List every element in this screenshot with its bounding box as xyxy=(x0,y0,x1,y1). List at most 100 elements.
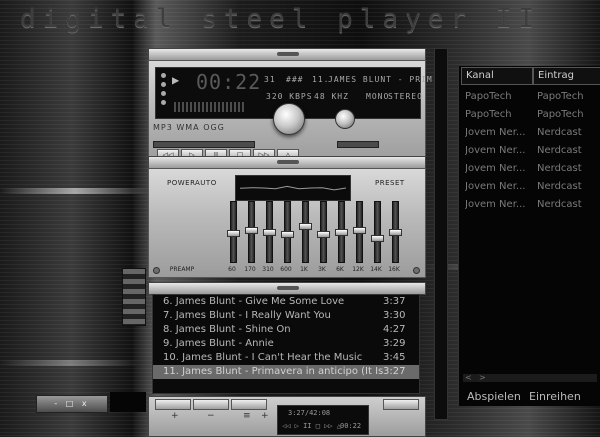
pl-remove-button[interactable] xyxy=(193,399,229,410)
eq-band-slider-6k[interactable] xyxy=(335,201,348,263)
playlist-item-duration: 3:27 xyxy=(383,366,406,377)
mini-time: 3:27/42:08 xyxy=(288,409,331,417)
balance-slider[interactable] xyxy=(337,141,379,148)
eq-band-slider-170[interactable] xyxy=(245,201,258,263)
column-header-kanal[interactable]: Kanal xyxy=(461,67,533,85)
eq-band-slider-3k[interactable] xyxy=(317,201,330,263)
eq-thumb[interactable] xyxy=(317,231,330,238)
browser-eintrag-cell: PapoTech xyxy=(537,91,584,102)
seek-slider[interactable] xyxy=(153,141,255,148)
eq-thumb[interactable] xyxy=(335,229,348,236)
volume-knob[interactable] xyxy=(273,103,305,135)
browser-row[interactable]: PapoTech PapoTech xyxy=(459,88,600,106)
column-header-eintrag[interactable]: Eintrag xyxy=(533,67,600,85)
browser-row[interactable]: PapoTech PapoTech xyxy=(459,106,600,124)
playlist-item-title: 6. James Blunt - Give Me Some Love xyxy=(163,296,345,307)
browser-eintrag-cell: Nerdcast xyxy=(537,199,582,210)
playlist-item-duration: 3:29 xyxy=(383,338,406,349)
samplerate: 48 KHZ xyxy=(314,92,349,101)
eq-freq-label: 170 xyxy=(244,266,256,273)
auto-label[interactable]: AUTO xyxy=(195,179,217,187)
playlist-window: 6. James Blunt - Give Me Some Love 3:37 7.… xyxy=(148,282,426,437)
playlist-footer: + − ≡ + 3:27/42:08 ◁◁ ▷ II □ ▷▷ △ 00:22 xyxy=(148,396,426,437)
playlist-item[interactable]: 8. James Blunt - Shine On 4:27 xyxy=(153,323,419,337)
eq-band-slider-1k[interactable] xyxy=(299,201,312,263)
browser-kanal-cell: PapoTech xyxy=(465,109,512,120)
scroll-right-icon[interactable]: > xyxy=(479,374,486,382)
mini-window-controls[interactable]: - □ x xyxy=(36,395,108,413)
eq-freq-label: 3K xyxy=(318,266,326,273)
enqueue-button[interactable]: Einreihen xyxy=(529,390,581,403)
pl-misc-button[interactable] xyxy=(383,399,419,410)
film-strip-decoration xyxy=(122,268,146,326)
eq-band-slider-16k[interactable] xyxy=(389,201,402,263)
playlist-item[interactable]: 6. James Blunt - Give Me Some Love 3:37 xyxy=(153,295,419,309)
eq-thumb[interactable] xyxy=(263,229,276,236)
browser-kanal-cell: Jovem Ner... xyxy=(465,163,526,174)
playlist-item[interactable]: 11. James Blunt - Primavera in anticipo … xyxy=(153,365,419,379)
mono-indicator: MONO xyxy=(366,92,390,101)
skin-title: digital steel player II xyxy=(20,4,542,34)
playlist-item-title: 9. James Blunt - Annie xyxy=(163,338,274,349)
eq-thumb[interactable] xyxy=(371,235,384,242)
playlist-item-duration: 3:37 xyxy=(383,296,406,307)
stereo-indicator: STEREO xyxy=(388,92,423,101)
preamp-label: PREAMP xyxy=(169,266,195,273)
mini-position: 00:22 xyxy=(340,422,362,430)
browser-kanal-cell: Jovem Ner... xyxy=(465,145,526,156)
eq-thumb[interactable] xyxy=(281,231,294,238)
preamp-slider[interactable] xyxy=(169,201,182,263)
pl-select-button[interactable] xyxy=(231,399,267,410)
eq-band-slider-14k[interactable] xyxy=(371,201,384,263)
eq-thumb[interactable] xyxy=(389,229,402,236)
playlist-item[interactable]: 10. James Blunt - I Can't Hear the Music… xyxy=(153,351,419,365)
eq-band-slider-60[interactable] xyxy=(227,201,240,263)
eq-freq-label: 14K xyxy=(370,266,382,273)
led-indicators xyxy=(161,73,167,109)
browser-row[interactable]: Jovem Ner... Nerdcast xyxy=(459,160,600,178)
eq-thumb[interactable] xyxy=(353,227,366,234)
eq-band-slider-310[interactable] xyxy=(263,201,276,263)
equalizer-window: POWER AUTO PRESET PREAMP 60 170 310 600 1K 3K… xyxy=(148,168,426,278)
main-player-window: ▶ 00:22 31 ### 11. JAMES BLUNT - PRIM 32… xyxy=(148,60,432,164)
browser-eintrag-cell: Nerdcast xyxy=(537,181,582,192)
playlist-list[interactable]: 6. James Blunt - Give Me Some Love 3:37 7.… xyxy=(152,294,420,394)
playlist-item[interactable]: 9. James Blunt - Annie 3:29 xyxy=(153,337,419,351)
browser-row[interactable]: Jovem Ner... Nerdcast xyxy=(459,124,600,142)
browser-kanal-cell: PapoTech xyxy=(465,91,512,102)
eq-thumb[interactable] xyxy=(245,227,258,234)
playlist-item-title: 10. James Blunt - I Can't Hear the Music xyxy=(163,352,363,363)
scroll-left-icon[interactable]: < xyxy=(465,374,472,382)
eq-freq-label: 12K xyxy=(352,266,364,273)
browser-row[interactable]: Jovem Ner... Nerdcast xyxy=(459,142,600,160)
horizontal-scrollbar[interactable]: < > xyxy=(463,374,597,382)
spectrum-analyzer[interactable] xyxy=(174,102,246,112)
balance-knob[interactable] xyxy=(335,109,355,129)
browser-kanal-cell: Jovem Ner... xyxy=(465,127,526,138)
playlist-item[interactable]: 7. James Blunt - I Really Want You 3:30 xyxy=(153,309,419,323)
playlist-item-title: 8. James Blunt - Shine On xyxy=(163,324,291,335)
mini-display: 3:27/42:08 ◁◁ ▷ II □ ▷▷ △ 00:22 xyxy=(277,405,369,435)
eq-band-slider-12k[interactable] xyxy=(353,201,366,263)
side-scroll-strip[interactable] xyxy=(434,48,448,420)
power-label[interactable]: POWER xyxy=(167,179,195,187)
browser-eintrag-cell: Nerdcast xyxy=(537,163,582,174)
bitrate: 320 KBPS xyxy=(266,92,313,101)
eq-thumb[interactable] xyxy=(299,223,312,230)
eq-band-slider-600[interactable] xyxy=(281,201,294,263)
browser-row[interactable]: Jovem Ner... Nerdcast xyxy=(459,196,600,214)
playlist-item-title: 7. James Blunt - I Really Want You xyxy=(163,310,331,321)
mini-controls[interactable]: ◁◁ ▷ II □ ▷▷ △ xyxy=(282,422,341,430)
browser-eintrag-cell: PapoTech xyxy=(537,109,584,120)
pl-add-button[interactable] xyxy=(155,399,191,410)
playlist-item-duration: 3:45 xyxy=(383,352,406,363)
eq-thumb[interactable] xyxy=(227,230,240,237)
play-episode-button[interactable]: Abspielen xyxy=(467,390,521,403)
browser-row[interactable]: Jovem Ner... Nerdcast xyxy=(459,178,600,196)
eq-freq-label: 6K xyxy=(336,266,344,273)
elapsed-time[interactable]: 00:22 xyxy=(196,70,261,94)
playlist-item-duration: 4:27 xyxy=(383,324,406,335)
preset-label[interactable]: PRESET xyxy=(375,179,405,187)
eq-freq-label: 1K xyxy=(300,266,308,273)
eq-freq-label: 16K xyxy=(388,266,400,273)
